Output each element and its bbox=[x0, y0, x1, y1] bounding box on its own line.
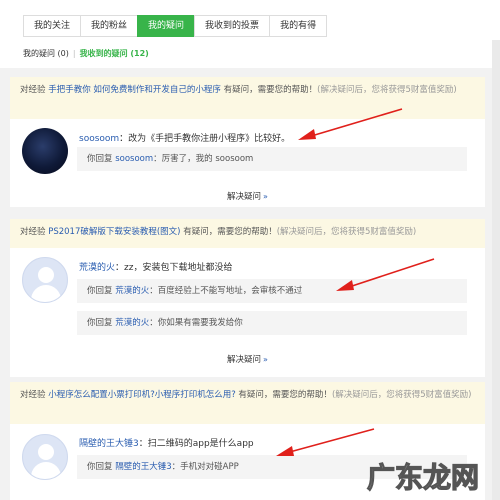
watermark-logo: 广东龙网 bbox=[366, 460, 479, 494]
reply-prefix: 你回复 bbox=[87, 154, 116, 164]
question-card: 对经验 手把手教你 如何免费制作和开发自己的小程序 有疑问，需要您的帮助！(解决… bbox=[10, 77, 485, 207]
card-notice: 对经验 PS2017破解版下载安装教程(图文) 有疑问，需要您的帮助！(解决疑问… bbox=[10, 219, 485, 248]
reply-user[interactable]: 荒漠的火 bbox=[115, 286, 149, 296]
reply-content: ：你如果有需要我发给你 bbox=[149, 318, 243, 328]
question-card: 对经验 PS2017破解版下载安装教程(图文) 有疑问，需要您的帮助！(解决疑问… bbox=[10, 219, 485, 377]
reply-user[interactable]: 荒漠的火 bbox=[115, 318, 149, 328]
default-avatar-icon[interactable] bbox=[22, 257, 68, 303]
top-panel: 我的关注 我的粉丝 我的疑问 我收到的投票 我的有得 我的疑问 (0) | 我收到的… bbox=[0, 0, 500, 68]
card-notice: 对经验 小程序怎么配置小票打印机?小程序打印机怎么用? 有疑问，需要您的帮助！(… bbox=[10, 382, 485, 424]
reply-row: 你回复 荒漠的火：百度经验上不能写地址，会审核不通过 bbox=[77, 279, 467, 303]
reward-hint: (解决疑问后，您将获得5财富值奖励) bbox=[276, 227, 417, 237]
reply-user[interactable]: 隔壁的王大锤3 bbox=[115, 462, 171, 472]
resolve-button[interactable]: 解决疑问» bbox=[10, 353, 485, 365]
reward-hint: (解决疑问后，您将获得5财富值奖励) bbox=[331, 390, 472, 400]
notice-prefix: 对经验 bbox=[20, 390, 49, 400]
reply-user[interactable]: soosoom bbox=[115, 154, 153, 164]
tab-bar: 我的关注 我的粉丝 我的疑问 我收到的投票 我的有得 bbox=[23, 15, 328, 37]
subtab-received[interactable]: 我收到的疑问 (12) bbox=[80, 49, 149, 58]
avatar[interactable] bbox=[22, 128, 68, 174]
card-notice: 对经验 手把手教你 如何免费制作和开发自己的小程序 有疑问，需要您的帮助！(解决… bbox=[10, 77, 485, 119]
subtab-asked[interactable]: 我的疑问 (0) bbox=[23, 49, 69, 58]
chevron-down-icon: » bbox=[263, 192, 268, 201]
notice-text: 有疑问，需要您的帮助！ bbox=[180, 227, 277, 237]
tab-my-fans[interactable]: 我的粉丝 bbox=[80, 15, 139, 37]
article-link[interactable]: PS2017破解版下载安装教程(图文) bbox=[48, 227, 180, 237]
question-user[interactable]: 隔壁的王大锤3 bbox=[79, 439, 139, 449]
reply-prefix: 你回复 bbox=[87, 462, 116, 472]
resolve-label: 解决疑问 bbox=[227, 192, 262, 202]
subtab-separator: | bbox=[72, 49, 76, 58]
watermark-text: 广东龙网 bbox=[367, 461, 479, 494]
scrollbar[interactable] bbox=[492, 40, 500, 500]
tab-my-follows[interactable]: 我的关注 bbox=[23, 15, 82, 37]
tab-my-gains[interactable]: 我的有得 bbox=[269, 15, 328, 37]
reply-row: 你回复 soosoom：厉害了，我的 soosoom bbox=[77, 147, 467, 171]
question-content: ：zz，安装包下载地址都没给 bbox=[115, 263, 233, 273]
sub-tab-bar: 我的疑问 (0) | 我收到的疑问 (12) bbox=[23, 48, 149, 59]
avatar-body bbox=[31, 462, 61, 479]
notice-prefix: 对经验 bbox=[20, 227, 49, 237]
tab-my-votes[interactable]: 我收到的投票 bbox=[194, 15, 271, 37]
reply-row: 你回复 荒漠的火：你如果有需要我发给你 bbox=[77, 311, 467, 335]
question-text: 隔壁的王大锤3：扫二维码的app是什么app bbox=[79, 436, 254, 449]
article-link[interactable]: 手把手教你 如何免费制作和开发自己的小程序 bbox=[48, 85, 221, 95]
reward-hint: (解决疑问后，您将获得5财富值奖励) bbox=[317, 85, 457, 95]
question-user[interactable]: 荒漠的火 bbox=[79, 263, 115, 273]
article-link[interactable]: 小程序怎么配置小票打印机?小程序打印机怎么用? bbox=[48, 390, 236, 400]
notice-prefix: 对经验 bbox=[20, 85, 49, 95]
question-user[interactable]: soosoom bbox=[79, 134, 119, 144]
reply-prefix: 你回复 bbox=[87, 286, 116, 296]
reply-content: ：手机对对碰APP bbox=[171, 462, 239, 472]
question-text: 荒漠的火：zz，安装包下载地址都没给 bbox=[79, 260, 232, 273]
reply-content: ：厉害了，我的 soosoom bbox=[153, 154, 254, 164]
resolve-label: 解决疑问 bbox=[227, 355, 262, 365]
avatar-body bbox=[31, 285, 61, 302]
reply-prefix: 你回复 bbox=[87, 318, 116, 328]
default-avatar-icon[interactable] bbox=[22, 434, 68, 480]
question-content: ：改为《手把手教你注册小程序》比较好。 bbox=[119, 134, 291, 144]
avatar-head bbox=[38, 267, 54, 283]
question-content: ：扫二维码的app是什么app bbox=[138, 439, 254, 449]
question-text: soosoom：改为《手把手教你注册小程序》比较好。 bbox=[79, 131, 290, 144]
reply-content: ：百度经验上不能写地址，会审核不通过 bbox=[149, 286, 303, 296]
avatar-head bbox=[38, 444, 54, 460]
chevron-down-icon: » bbox=[263, 355, 268, 364]
notice-text: 有疑问，需要您的帮助！ bbox=[220, 85, 318, 95]
notice-text: 有疑问，需要您的帮助！ bbox=[235, 390, 332, 400]
tab-my-questions[interactable]: 我的疑问 bbox=[137, 15, 196, 37]
resolve-button[interactable]: 解决疑问» bbox=[10, 190, 485, 202]
